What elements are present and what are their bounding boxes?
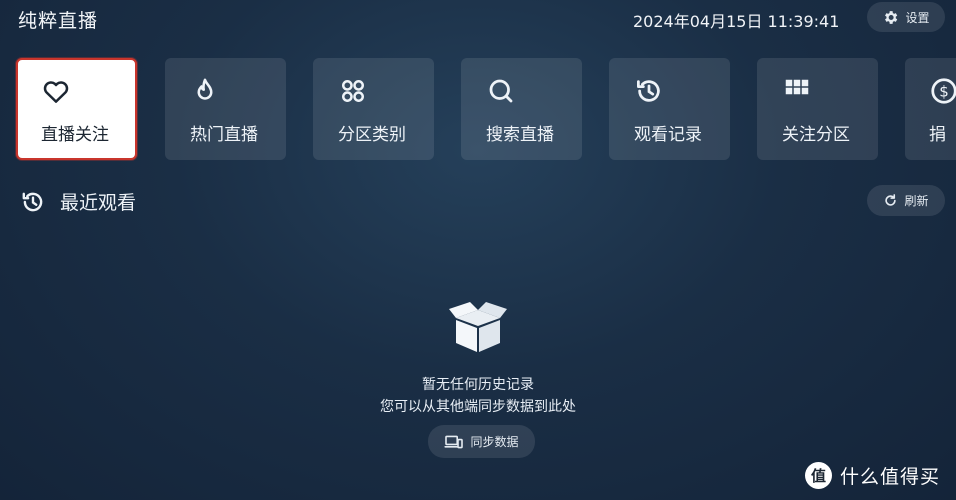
devices-icon	[444, 435, 464, 448]
tile-donate[interactable]: $ 捐	[905, 58, 956, 160]
tile-label: 关注分区	[782, 125, 850, 145]
tile-followed-categories[interactable]: 关注分区	[757, 58, 878, 160]
tile-label: 分区类别	[338, 125, 406, 145]
section-title: 最近观看	[60, 192, 137, 214]
settings-label: 设置	[905, 10, 930, 25]
tile-label: 直播关注	[41, 125, 109, 145]
flame-icon	[197, 78, 213, 100]
tile-search-live[interactable]: 搜索直播	[461, 58, 582, 160]
watermark-logo: 值	[805, 462, 832, 489]
tile-label: 热门直播	[190, 125, 258, 145]
tile-categories[interactable]: 分区类别	[313, 58, 434, 160]
refresh-label: 刷新	[904, 194, 929, 208]
category-icon	[341, 79, 364, 102]
clock: 2024年04月15日 11:39:41	[633, 12, 840, 31]
empty-box-icon	[449, 302, 507, 352]
tile-watch-history[interactable]: 观看记录	[609, 58, 730, 160]
history-icon	[637, 80, 660, 102]
refresh-icon	[885, 194, 897, 206]
empty-state: 暂无任何历史记录 您可以从其他端同步数据到此处	[0, 296, 956, 415]
tile-label: 观看记录	[634, 125, 702, 145]
sync-label: 同步数据	[470, 435, 519, 449]
settings-button[interactable]: 设置	[867, 2, 945, 32]
history-icon	[22, 192, 43, 211]
empty-message: 暂无任何历史记录	[422, 377, 534, 393]
app-title: 纯粹直播	[18, 10, 99, 32]
heart-icon	[43, 81, 69, 103]
tile-label: 捐	[929, 125, 946, 145]
sync-data-button[interactable]: 同步数据	[428, 425, 535, 458]
donate-icon: $	[931, 78, 956, 104]
tile-followed-live[interactable]: 直播关注	[16, 58, 137, 160]
refresh-button[interactable]: 刷新	[867, 185, 945, 216]
recent-header: 最近观看	[20, 188, 136, 215]
tile-label: 搜索直播	[486, 125, 554, 145]
watermark: 值 什么值得买	[805, 462, 940, 489]
svg-text:$: $	[939, 83, 949, 101]
watermark-text: 什么值得买	[840, 466, 941, 488]
grid-icon	[785, 79, 809, 95]
gear-icon	[885, 10, 898, 24]
tile-hot-live[interactable]: 热门直播	[165, 58, 286, 160]
search-icon	[489, 79, 513, 103]
empty-hint: 您可以从其他端同步数据到此处	[380, 399, 576, 415]
